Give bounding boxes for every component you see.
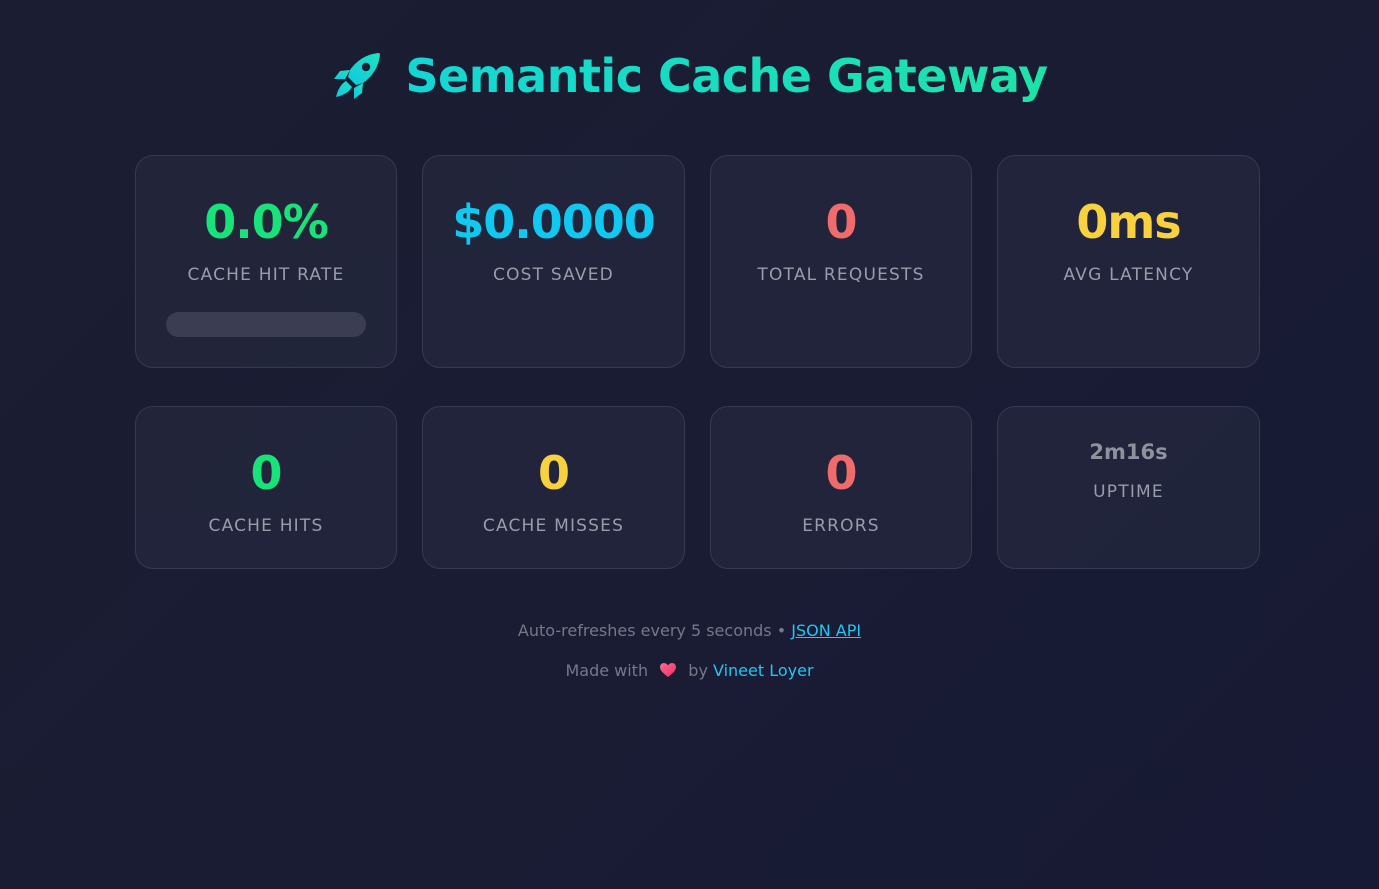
by-text: by — [688, 661, 708, 680]
total-requests-card: 0 TOTAL REQUESTS — [710, 155, 972, 368]
avg-latency-value: 0ms — [1076, 195, 1181, 249]
made-with-text: Made with — [565, 661, 649, 680]
cache-misses-card: 0 CACHE MISSES — [422, 406, 685, 569]
uptime-card: 2m16s UPTIME — [997, 406, 1260, 569]
refresh-text: Auto-refreshes every 5 seconds • — [517, 621, 792, 640]
page-title: Semantic Cache Gateway — [405, 49, 1048, 103]
cache-hit-rate-progress-bar — [166, 312, 366, 337]
cache-hit-rate-label: CACHE HIT RATE — [187, 265, 345, 285]
author-link[interactable]: Vineet Loyer — [713, 661, 814, 680]
cost-saved-value: $0.0000 — [452, 195, 656, 249]
total-requests-label: TOTAL REQUESTS — [757, 265, 925, 285]
cache-hits-label: CACHE HITS — [208, 516, 324, 536]
errors-label: ERRORS — [802, 516, 880, 536]
heart-icon — [660, 663, 677, 677]
uptime-value: 2m16s — [1089, 440, 1168, 464]
cache-hits-card: 0 CACHE HITS — [135, 406, 397, 569]
page-header: Semantic Cache Gateway — [0, 40, 1379, 112]
avg-latency-card: 0ms AVG LATENCY — [997, 155, 1260, 368]
cache-hit-rate-value: 0.0% — [204, 195, 329, 249]
cost-saved-label: COST SAVED — [493, 265, 614, 285]
rocket-icon — [334, 53, 381, 99]
cost-saved-card: $0.0000 COST SAVED — [422, 155, 685, 368]
credits: Made with by Vineet Loyer — [0, 661, 1379, 680]
cache-hit-rate-card: 0.0% CACHE HIT RATE — [135, 155, 397, 368]
avg-latency-label: AVG LATENCY — [1063, 265, 1194, 285]
cache-misses-value: 0 — [537, 446, 570, 500]
errors-value: 0 — [825, 446, 857, 500]
json-api-link[interactable]: JSON API — [791, 621, 861, 640]
total-requests-value: 0 — [825, 195, 857, 249]
uptime-label: UPTIME — [1093, 482, 1164, 502]
refresh-note: Auto-refreshes every 5 seconds • JSON AP… — [0, 621, 1379, 640]
cache-misses-label: CACHE MISSES — [482, 516, 625, 536]
cache-hits-value: 0 — [250, 446, 282, 500]
errors-card: 0 ERRORS — [710, 406, 972, 569]
